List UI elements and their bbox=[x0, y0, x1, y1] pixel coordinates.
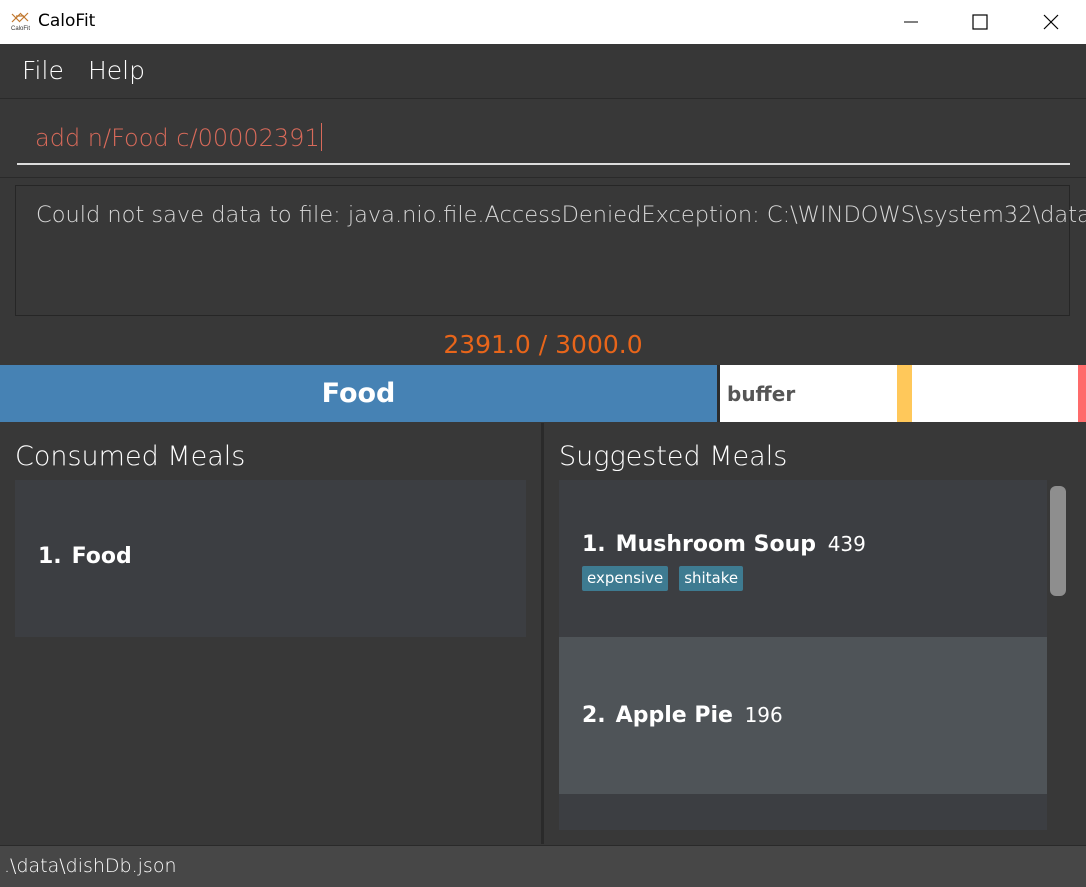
consumed-meals-title: Consumed Meals bbox=[15, 441, 246, 472]
close-icon bbox=[1043, 14, 1059, 30]
suggested-meals-panel: Suggested Meals 1. Mushroom Soup 439 expe… bbox=[544, 423, 1086, 844]
close-button[interactable] bbox=[1028, 0, 1074, 44]
limit-marker bbox=[1078, 365, 1086, 422]
progress-fill-label: Food bbox=[321, 378, 396, 409]
suggested-meals-title: Suggested Meals bbox=[559, 441, 788, 472]
minimize-button[interactable] bbox=[888, 0, 934, 44]
meal-index: 1. bbox=[38, 544, 62, 569]
status-file-path: .\data\dishDb.json bbox=[4, 855, 177, 877]
progress-fill: Food bbox=[0, 365, 717, 422]
command-input-text: add n/Food c/00002391 bbox=[35, 123, 322, 152]
result-message: Could not save data to file: java.nio.fi… bbox=[36, 202, 1086, 228]
tag-badge: shitake bbox=[679, 566, 744, 591]
meal-calories: 439 bbox=[827, 532, 866, 556]
minimize-icon bbox=[904, 21, 918, 23]
result-display[interactable]: Could not save data to file: java.nio.fi… bbox=[15, 185, 1086, 316]
calofit-logo-icon: CaloFit bbox=[10, 12, 32, 32]
command-panel: add n/Food c/00002391 bbox=[0, 99, 1086, 178]
menu-bar: File Help bbox=[0, 44, 1086, 99]
svg-text:CaloFit: CaloFit bbox=[11, 26, 30, 32]
command-input[interactable]: add n/Food c/00002391 bbox=[17, 117, 1070, 165]
list-item[interactable]: 2. Apple Pie 196 bbox=[559, 637, 1047, 794]
meal-name: Apple Pie bbox=[615, 703, 733, 728]
title-bar: CaloFit CaloFit bbox=[0, 0, 1086, 44]
maximize-button[interactable] bbox=[957, 0, 1003, 44]
scrollbar-thumb[interactable] bbox=[1050, 486, 1066, 596]
meal-line: 2. Apple Pie 196 bbox=[582, 703, 783, 728]
menu-file[interactable]: File bbox=[22, 56, 64, 85]
list-item[interactable]: 1. Food bbox=[15, 480, 526, 637]
command-value: add n/Food c/00002391 bbox=[35, 124, 320, 152]
meal-line: 1. Mushroom Soup 439 bbox=[582, 532, 866, 557]
meal-calories: 196 bbox=[744, 703, 783, 727]
menu-help[interactable]: Help bbox=[88, 56, 145, 85]
status-bar: .\data\dishDb.json bbox=[0, 845, 1086, 887]
meal-line: 1. Food bbox=[38, 544, 132, 569]
calorie-progress-bar: Food buffer bbox=[0, 365, 1086, 422]
meal-index: 2. bbox=[582, 703, 606, 728]
consumed-meals-panel: Consumed Meals 1. Food bbox=[0, 423, 541, 844]
text-caret bbox=[320, 123, 322, 151]
suggested-meals-list[interactable]: 1. Mushroom Soup 439 expensive shitake 2.… bbox=[559, 480, 1047, 830]
calorie-count: 2391.0 / 3000.0 bbox=[443, 330, 643, 359]
buffer-marker bbox=[897, 365, 912, 422]
progress-separator bbox=[717, 365, 720, 422]
meal-name: Food bbox=[71, 544, 132, 569]
window-title: CaloFit bbox=[38, 11, 96, 31]
meal-name: Mushroom Soup bbox=[615, 532, 817, 557]
meal-tags: expensive shitake bbox=[582, 566, 744, 591]
tag-badge: expensive bbox=[582, 566, 669, 591]
list-item[interactable]: 1. Mushroom Soup 439 expensive shitake bbox=[559, 480, 1047, 637]
buffer-label: buffer bbox=[727, 382, 796, 406]
consumed-meals-list[interactable]: 1. Food bbox=[15, 480, 526, 637]
meal-index: 1. bbox=[582, 532, 606, 557]
maximize-icon bbox=[972, 14, 988, 30]
